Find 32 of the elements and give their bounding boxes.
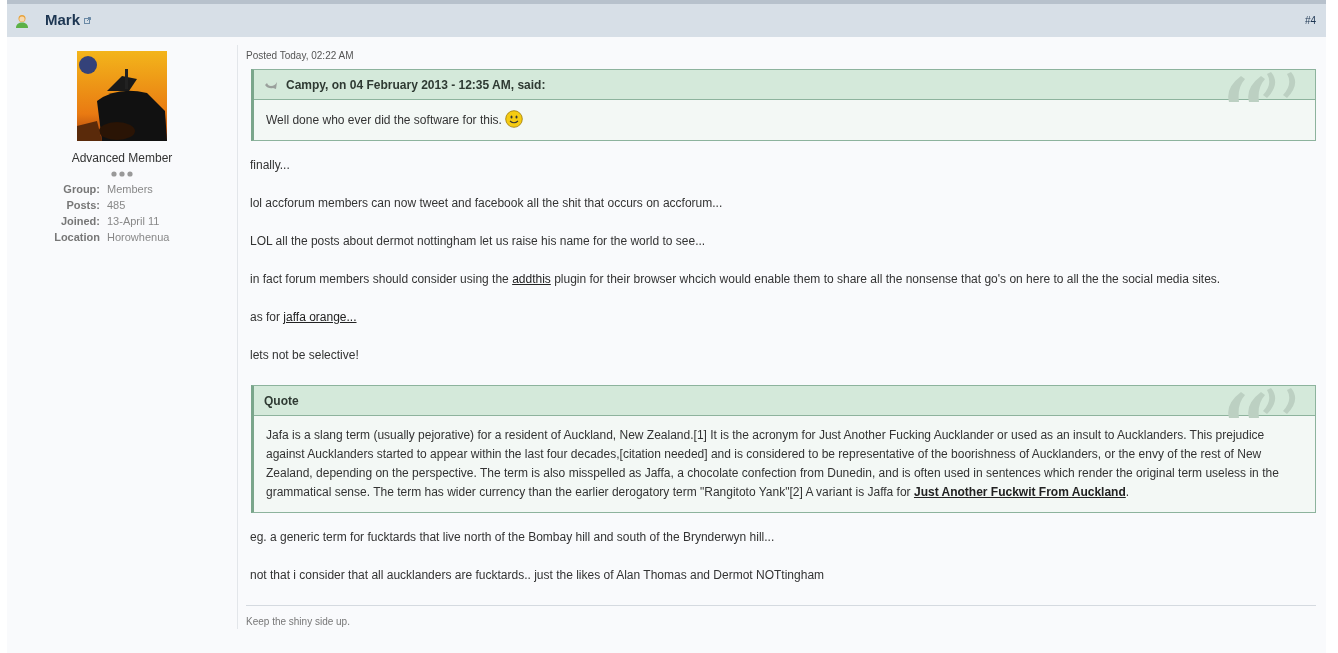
signature: Keep the shiny side up. <box>246 605 1316 629</box>
author-name[interactable]: Mark <box>45 9 81 32</box>
field-label: Joined: <box>59 214 101 229</box>
field-label: Posts: <box>65 198 101 213</box>
post-paragraph: eg. a generic term for fucktards that live north of the Bombay hill and south of the Brynderwyn hill... <box>250 529 776 545</box>
quote-title: Campy, on 04 February 2013 - 12:35 AM, said: <box>286 76 546 94</box>
field-label: Group: <box>62 182 101 197</box>
post-paragraph: not that i consider that all aucklanders are fucktards.. just the likes of Alan Thomas and Dermot NOTtingham <box>250 567 826 583</box>
quote-text: Jafa is a slang term (usually pejorative) for a resident of Auckland, New Zealand.[1] It is the acronym for Just Another Fucking Aucklander or used as an insult to Aucklanders. This prejudice against Aucklanders started to appear within the last four decades,[citation needed] and is considered to be representative of the boorishness of Aucklanders, or the envy of the rest of New Zealand, depending on the perspective. The term is also misspelled as Jaffa, a chocolate confection from Dunedin, and is often used in sentences which render the original term useless in the grammatical sense. The term has wider currency than the earlier derogatory term "Rangitoto Yank"[2] A variant is Jaffa for Just Another Fuckwit From Auckland. <box>266 427 1280 501</box>
post-number-link[interactable]: #4 <box>1304 13 1316 28</box>
post-paragraph: as for jaffa orange... <box>250 309 358 325</box>
smiley-icon <box>505 110 524 128</box>
field-value: Horowhenua <box>107 230 170 245</box>
field-value: 485 <box>107 198 126 213</box>
text-link[interactable]: jaffa orange... <box>283 310 357 324</box>
user-icon <box>15 13 29 28</box>
post-paragraph: in fact forum members should consider using the addthis plugin for their browser whcich would enable them to share all the nonsense that go's on here to all the the social media sites. <box>250 271 1222 287</box>
external-link-icon[interactable] <box>84 17 92 24</box>
post-paragraph: lol accforum members can now tweet and facebook all the shit that occurs on accforum... <box>250 195 724 211</box>
post-date: Posted Today, 02:22 AM <box>246 49 355 63</box>
post-paragraph: LOL all the posts about dermot nottingham let us raise his name for the world to see... <box>250 233 707 249</box>
post-paragraph: lets not be selective! <box>250 347 360 363</box>
quote-title: Quote <box>264 392 299 410</box>
rank-pips-icon <box>111 171 133 177</box>
post-paragraph: finally... <box>250 157 291 173</box>
field-label: Location <box>53 230 101 245</box>
field-value: 13-April 11 <box>107 214 160 229</box>
text-link[interactable]: Just Another Fuckwit From Auckland <box>913 485 1126 499</box>
quote-text: Well done who ever did the software for this. <box>266 110 1303 130</box>
member-rank: Advanced Member <box>71 150 173 167</box>
text-link[interactable]: addthis <box>512 272 551 286</box>
field-value: Members <box>107 182 153 197</box>
